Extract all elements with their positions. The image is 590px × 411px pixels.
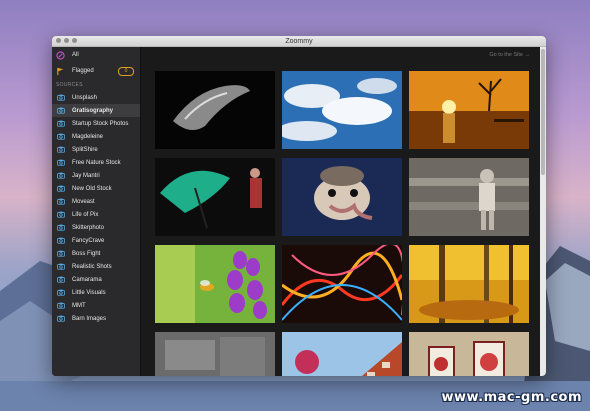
flag-icon — [56, 67, 65, 76]
sidebar-source-item[interactable]: Magdeleine — [52, 130, 140, 143]
camera-icon — [56, 184, 65, 193]
red-building-photo[interactable] — [282, 332, 402, 376]
sidebar-item-flagged[interactable]: Flagged 0 — [52, 63, 140, 79]
autumn-forest-photo[interactable] — [409, 245, 529, 323]
watermark: www.mac-gm.com — [441, 390, 582, 405]
flagged-count-badge: 0 — [118, 67, 134, 76]
camera-icon — [56, 119, 65, 128]
sidebar-source-item[interactable]: Barn Images — [52, 312, 140, 325]
sidebar-item-label: Gratisography — [72, 107, 114, 114]
camera-icon — [56, 288, 65, 297]
window-title: Zoommy — [285, 37, 313, 45]
sidebar: All Flagged 0 SOURCES Unsplash Gratisogra… — [52, 47, 141, 376]
camera-icon — [56, 197, 65, 206]
window-controls — [56, 38, 77, 43]
scrollbar-thumb[interactable] — [541, 49, 545, 175]
sidebar-item-label: Startup Stock Photos — [72, 120, 129, 127]
sidebar-source-item[interactable]: Realistic Shots — [52, 260, 140, 273]
sidebar-item-label: FancyCrave — [72, 237, 105, 244]
camera-icon — [56, 301, 65, 310]
sidebar-source-item[interactable]: Camarama — [52, 273, 140, 286]
light-trails-photo[interactable] — [282, 245, 402, 323]
sidebar-source-item[interactable]: MMT — [52, 299, 140, 312]
sidebar-item-label: All — [72, 52, 79, 58]
sidebar-item-label: MMT — [72, 302, 86, 309]
app-window: Zoommy All Flagged 0 SOURCES Unsplash Gra… — [52, 36, 546, 376]
camera-icon — [56, 314, 65, 323]
sidebar-source-item[interactable]: New Old Stock — [52, 182, 140, 195]
lake-sunset-photo[interactable] — [409, 71, 529, 149]
sidebar-source-item[interactable]: Gratisography — [52, 104, 140, 117]
title-bar: Zoommy — [52, 36, 546, 47]
dark-abstract-photo[interactable] — [155, 71, 275, 149]
compass-icon — [56, 50, 65, 60]
sources-section-label: SOURCES — [56, 82, 83, 88]
close-window-button[interactable] — [56, 38, 61, 43]
sidebar-item-label: Skitterphoto — [72, 224, 105, 231]
street-art-photo[interactable] — [409, 332, 529, 376]
camera-icon — [56, 275, 65, 284]
go-to-site-link[interactable]: Go to the Site → — [489, 52, 530, 58]
sidebar-item-label: Realistic Shots — [72, 263, 112, 270]
sidebar-item-label: Life of Pix — [72, 211, 99, 218]
sidebar-source-item[interactable]: SplitShire — [52, 143, 140, 156]
sidebar-source-item[interactable]: Unsplash — [52, 91, 140, 104]
camera-icon — [56, 249, 65, 258]
camera-icon — [56, 236, 65, 245]
sidebar-item-label: Free Nature Stock — [72, 159, 121, 166]
camera-icon — [56, 262, 65, 271]
sidebar-source-item[interactable]: Jay Mantri — [52, 169, 140, 182]
vertical-scrollbar[interactable] — [540, 47, 546, 376]
sidebar-item-label: Little Visuals — [72, 289, 106, 296]
sidebar-item-label: SplitShire — [72, 146, 98, 153]
photo-content-area: Go to the Site → — [141, 47, 540, 376]
camera-icon — [56, 132, 65, 141]
camera-icon — [56, 223, 65, 232]
sidebar-source-item[interactable]: Little Visuals — [52, 286, 140, 299]
sidebar-source-item[interactable]: Boss Fight — [52, 247, 140, 260]
camera-icon — [56, 145, 65, 154]
sidebar-source-item[interactable]: Free Nature Stock — [52, 156, 140, 169]
sidebar-item-label: Barn Images — [72, 315, 107, 322]
sidebar-item-label: Jay Mantri — [72, 172, 100, 179]
clouds-sky-photo[interactable] — [282, 71, 402, 149]
camera-icon — [56, 210, 65, 219]
ostrich-photo[interactable] — [282, 158, 402, 236]
camera-icon — [56, 106, 65, 115]
stone-texture-photo[interactable] — [155, 332, 275, 376]
sidebar-source-item[interactable]: Moveast — [52, 195, 140, 208]
minimize-window-button[interactable] — [64, 38, 69, 43]
sidebar-item-label: Magdeleine — [72, 133, 104, 140]
camera-icon — [56, 171, 65, 180]
sidebar-source-item[interactable]: Startup Stock Photos — [52, 117, 140, 130]
maximize-window-button[interactable] — [72, 38, 77, 43]
sidebar-source-item[interactable]: FancyCrave — [52, 234, 140, 247]
bee-flower-photo[interactable] — [155, 245, 275, 323]
sidebar-item-label: New Old Stock — [72, 185, 112, 192]
sidebar-source-item[interactable]: Life of Pix — [52, 208, 140, 221]
sidebar-item-all[interactable]: All — [52, 47, 140, 63]
child-fence-photo[interactable] — [409, 158, 529, 236]
sidebar-source-item[interactable]: Skitterphoto — [52, 221, 140, 234]
sidebar-item-label: Flagged — [72, 68, 94, 74]
sidebar-item-label: Moveast — [72, 198, 95, 205]
photo-grid — [155, 71, 529, 376]
sidebar-item-label: Unsplash — [72, 94, 98, 101]
green-umbrella-photo[interactable] — [155, 158, 275, 236]
sidebar-item-label: Boss Fight — [72, 250, 101, 257]
content-toolbar: Go to the Site → — [141, 47, 540, 69]
camera-icon — [56, 93, 65, 102]
camera-icon — [56, 158, 65, 167]
sidebar-item-label: Camarama — [72, 276, 102, 283]
sources-list: Unsplash Gratisography Startup Stock Photo… — [52, 91, 140, 325]
